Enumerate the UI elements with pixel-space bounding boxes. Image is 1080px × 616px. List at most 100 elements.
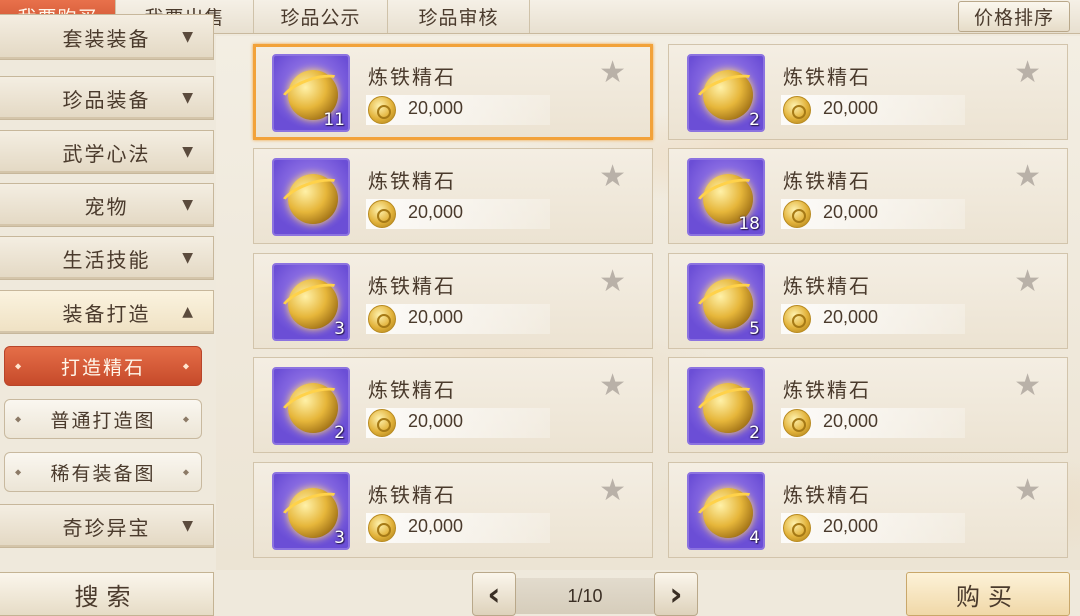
prev-page-button[interactable]: ‹ bbox=[472, 572, 516, 616]
price-row: 20,000 bbox=[781, 95, 965, 125]
item-card[interactable]: 炼铁精石 20,000 ★ bbox=[253, 148, 653, 244]
coin-icon bbox=[783, 514, 811, 542]
item-name: 炼铁精石 bbox=[368, 378, 456, 402]
item-icon: 2 bbox=[687, 54, 765, 132]
star-icon[interactable]: ★ bbox=[1014, 264, 1041, 299]
tab-treasure-public[interactable]: 珍品公示 bbox=[254, 0, 388, 33]
coin-icon bbox=[783, 200, 811, 228]
item-icon: 11 bbox=[272, 54, 350, 132]
star-icon[interactable]: ★ bbox=[1014, 473, 1041, 508]
sidebar-item-life-skills[interactable]: 生活技能 ▼ bbox=[0, 236, 214, 280]
sidebar-item-martial-arts[interactable]: 武学心法 ▼ bbox=[0, 130, 214, 174]
item-name: 炼铁精石 bbox=[368, 483, 456, 507]
item-name: 炼铁精石 bbox=[783, 169, 871, 193]
item-icon: 18 bbox=[687, 158, 765, 236]
sidebar-item-label: 生活技能 bbox=[62, 247, 151, 272]
item-grid: 11 炼铁精石 20,000 ★ 2 炼铁精石 20,000 ★ 炼铁精石 20… bbox=[253, 44, 1068, 558]
price-row: 20,000 bbox=[366, 304, 550, 334]
star-icon[interactable]: ★ bbox=[599, 473, 626, 508]
item-name: 炼铁精石 bbox=[783, 378, 871, 402]
star-icon[interactable]: ★ bbox=[599, 159, 626, 194]
sidebar-subitem-common-blueprints[interactable]: ◆ 普通打造图 ◆ bbox=[4, 399, 202, 439]
chevron-up-icon: ▲ bbox=[182, 304, 195, 320]
sidebar-item-pets[interactable]: 宠物 ▼ bbox=[0, 183, 214, 227]
item-quantity: 3 bbox=[334, 528, 345, 548]
dot-icon: ◆ bbox=[15, 467, 24, 477]
item-name: 炼铁精石 bbox=[368, 274, 456, 298]
sidebar-item-rare-equipment[interactable]: 珍品装备 ▼ bbox=[0, 76, 214, 120]
sidebar-subitem-crafting-stones[interactable]: ◆ 打造精石 ◆ bbox=[4, 346, 202, 386]
sidebar-item-rare-treasures[interactable]: 奇珍异宝 ▼ bbox=[0, 504, 214, 548]
dot-icon: ◆ bbox=[182, 414, 191, 424]
sidebar-subitem-label: 打造精石 bbox=[60, 356, 145, 379]
coin-icon bbox=[783, 409, 811, 437]
item-quantity: 2 bbox=[749, 423, 760, 443]
price-row: 20,000 bbox=[366, 199, 550, 229]
sort-by-price-button[interactable]: 价格排序 bbox=[958, 1, 1070, 32]
star-icon[interactable]: ★ bbox=[1014, 368, 1041, 403]
item-price: 20,000 bbox=[408, 307, 464, 327]
coin-icon bbox=[368, 514, 396, 542]
item-price: 20,000 bbox=[823, 307, 879, 327]
item-quantity: 5 bbox=[749, 319, 760, 339]
item-card[interactable]: 5 炼铁精石 20,000 ★ bbox=[668, 253, 1068, 349]
price-row: 20,000 bbox=[366, 408, 550, 438]
coin-icon bbox=[783, 305, 811, 333]
chevron-down-icon: ▼ bbox=[182, 518, 195, 534]
pagination: ‹ 1/10 › bbox=[472, 572, 698, 616]
item-icon: 3 bbox=[272, 472, 350, 550]
sidebar-subitem-label: 稀有装备图 bbox=[50, 462, 156, 485]
price-row: 20,000 bbox=[781, 513, 965, 543]
sidebar-item-set-equipment[interactable]: 套装装备 ▼ bbox=[0, 14, 214, 60]
item-card[interactable]: 2 炼铁精石 20,000 ★ bbox=[668, 357, 1068, 453]
sidebar-item-equipment-crafting[interactable]: 装备打造 ▲ bbox=[0, 290, 214, 334]
coin-icon bbox=[368, 96, 396, 124]
star-icon[interactable]: ★ bbox=[1014, 159, 1041, 194]
sidebar-item-label: 宠物 bbox=[84, 194, 129, 219]
item-card[interactable]: 18 炼铁精石 20,000 ★ bbox=[668, 148, 1068, 244]
item-quantity: 4 bbox=[749, 528, 760, 548]
search-button[interactable]: 搜索 bbox=[0, 572, 214, 616]
next-page-button[interactable]: › bbox=[654, 572, 698, 616]
price-row: 20,000 bbox=[781, 408, 965, 438]
item-price: 20,000 bbox=[823, 98, 879, 118]
chevron-down-icon: ▼ bbox=[182, 197, 195, 213]
item-price: 20,000 bbox=[408, 202, 464, 222]
item-price: 20,000 bbox=[823, 411, 879, 431]
item-quantity: 11 bbox=[323, 110, 345, 130]
tab-treasure-review[interactable]: 珍品审核 bbox=[388, 0, 530, 33]
sidebar-subitem-label: 普通打造图 bbox=[50, 409, 156, 432]
item-icon: 2 bbox=[687, 367, 765, 445]
item-name: 炼铁精石 bbox=[783, 65, 871, 89]
chevron-down-icon: ▼ bbox=[182, 250, 195, 266]
star-icon[interactable]: ★ bbox=[599, 55, 626, 90]
coin-icon bbox=[783, 96, 811, 124]
sidebar-subitem-rare-blueprints[interactable]: ◆ 稀有装备图 ◆ bbox=[4, 452, 202, 492]
item-card[interactable]: 11 炼铁精石 20,000 ★ bbox=[253, 44, 653, 140]
item-card[interactable]: 2 炼铁精石 20,000 ★ bbox=[253, 357, 653, 453]
chevron-down-icon: ▼ bbox=[182, 90, 195, 106]
sidebar-item-label: 装备打造 bbox=[62, 301, 151, 326]
dot-icon: ◆ bbox=[15, 361, 24, 371]
item-card[interactable]: 4 炼铁精石 20,000 ★ bbox=[668, 462, 1068, 558]
item-price: 20,000 bbox=[408, 516, 464, 536]
star-icon[interactable]: ★ bbox=[599, 368, 626, 403]
item-icon: 3 bbox=[272, 263, 350, 341]
price-row: 20,000 bbox=[781, 304, 965, 334]
item-icon bbox=[272, 158, 350, 236]
item-card[interactable]: 3 炼铁精石 20,000 ★ bbox=[253, 462, 653, 558]
item-card[interactable]: 3 炼铁精石 20,000 ★ bbox=[253, 253, 653, 349]
dot-icon: ◆ bbox=[15, 414, 24, 424]
item-price: 20,000 bbox=[823, 516, 879, 536]
buy-button[interactable]: 购买 bbox=[906, 572, 1070, 616]
item-quantity: 3 bbox=[334, 319, 345, 339]
item-card[interactable]: 2 炼铁精石 20,000 ★ bbox=[668, 44, 1068, 140]
star-icon[interactable]: ★ bbox=[1014, 55, 1041, 90]
item-quantity: 2 bbox=[334, 423, 345, 443]
item-price: 20,000 bbox=[823, 202, 879, 222]
item-quantity: 18 bbox=[738, 214, 760, 234]
chevron-down-icon: ▼ bbox=[182, 144, 195, 160]
star-icon[interactable]: ★ bbox=[599, 264, 626, 299]
item-quantity: 2 bbox=[749, 110, 760, 130]
chevron-down-icon: ▼ bbox=[182, 29, 195, 45]
